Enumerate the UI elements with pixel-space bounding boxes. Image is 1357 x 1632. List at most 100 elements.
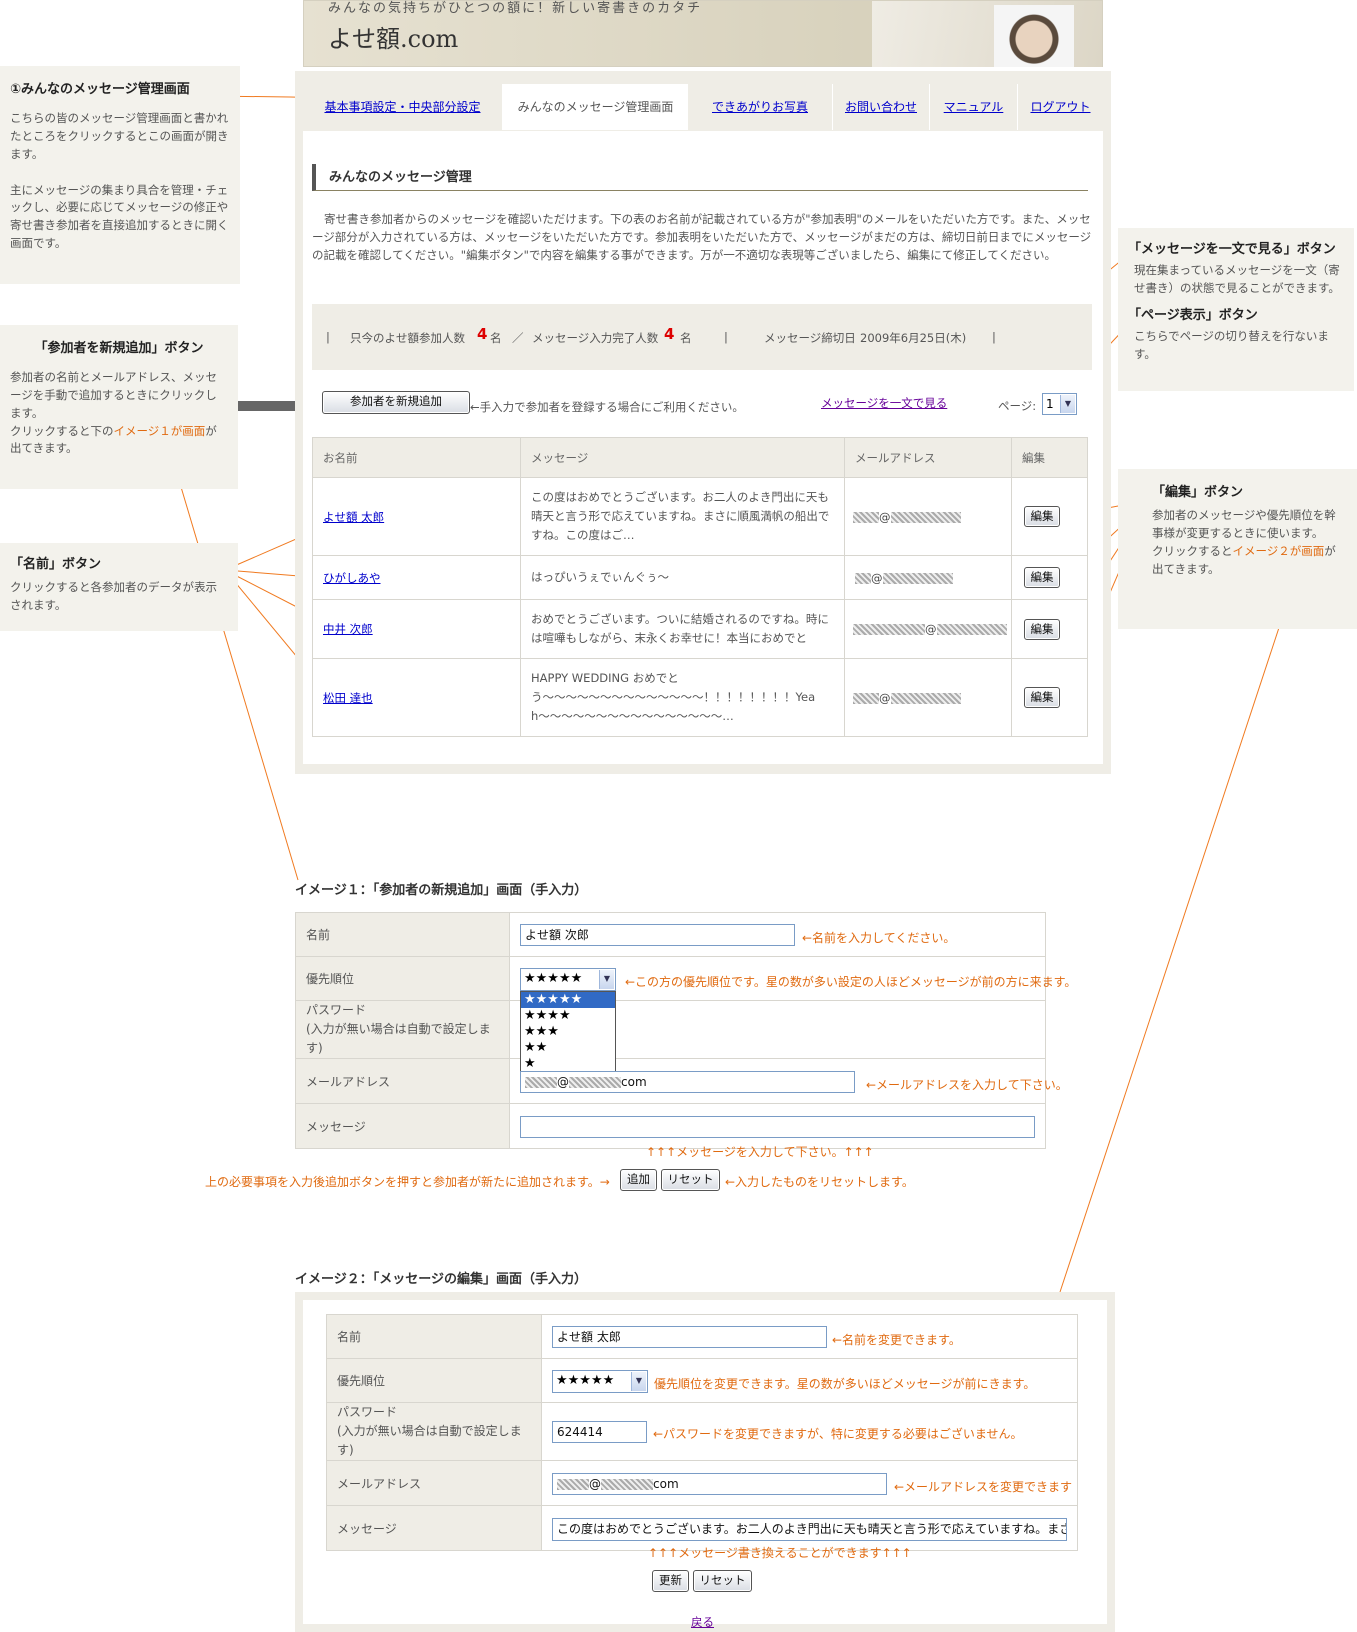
table-row: ひがしあや はっぴいうぇでぃんぐぅ〜 @ 編集: [312, 555, 1088, 600]
site-logo[interactable]: よせ額.com: [328, 19, 458, 54]
page-select[interactable]: 1 ▼: [1042, 393, 1077, 415]
redacted-email-user: [853, 511, 879, 523]
add-participant-hint: ←手入力で参加者を登録する場合にご利用ください。: [470, 400, 744, 414]
participant-name-link[interactable]: よせ額 太郎: [323, 510, 384, 524]
email-cell: @: [844, 477, 1012, 556]
redacted-email-user: [853, 692, 879, 704]
participants-unit: 名: [490, 331, 502, 345]
form-label-email: メールアドレス: [326, 1460, 542, 1506]
priority-option[interactable]: ★★: [521, 1040, 615, 1056]
tab-logout[interactable]: ログアウト: [1018, 84, 1103, 130]
name-note: ←名前を入力してください。: [802, 931, 956, 945]
tab-contact-link[interactable]: お問い合わせ: [845, 100, 917, 114]
redacted-email-domain: [569, 1077, 621, 1088]
annotation-title: 「参加者を新規追加」ボタン: [34, 341, 204, 356]
form-label-priority: 優先順位: [326, 1358, 542, 1403]
annotation-text: クリックすると下のイメージ１が画面が出てきます。: [10, 423, 228, 459]
update-button[interactable]: 更新: [652, 1570, 689, 1592]
form-label-password-sub: (入力が無い場合は自動で設定します): [306, 1022, 491, 1055]
stats-slash: ／: [512, 331, 524, 345]
priority-dropdown-list[interactable]: ★★★★★ ★★★★ ★★★ ★★ ★: [520, 991, 616, 1072]
annotation-text: クリックすると各参加者のデータが表示されます。: [10, 580, 217, 612]
annotation-highlight: イメージ１が画面: [113, 423, 206, 438]
email-cell: @: [844, 658, 1012, 737]
edit-button[interactable]: 編集: [1024, 687, 1060, 708]
redacted-email-domain: [936, 624, 1007, 635]
form-label-password-text: パスワード: [337, 1405, 398, 1419]
tab-photo-link[interactable]: できあがりお写真: [712, 100, 808, 114]
tab-logout-link[interactable]: ログアウト: [1030, 100, 1090, 114]
edit-name-input[interactable]: よせ額 太郎: [552, 1326, 827, 1348]
edit-priority-select-value: ★★★★★: [556, 1373, 615, 1388]
section-title: みんなのメッセージ管理: [312, 164, 1088, 191]
edit-button[interactable]: 編集: [1024, 567, 1060, 588]
message-cell: この度はおめでとうございます。お二人のよき門出に天も晴天と言う形で応えていますね…: [520, 477, 845, 556]
annotation-title: ①みんなのメッセージ管理画面: [10, 82, 190, 97]
edit-password-input[interactable]: 624414: [552, 1421, 647, 1443]
annotation-title: 「メッセージを一文で見る」ボタン: [1128, 242, 1336, 257]
intro-text: 寄せ書き参加者からのメッセージを確認いただけます。下の表のお名前が記載されている…: [312, 212, 1092, 262]
redacted-email-domain: [890, 511, 961, 523]
participants-count: 4: [477, 325, 488, 343]
add-participant-form: 名前 優先順位 パスワード (入力が無い場合は自動で設定します) メールアドレス …: [295, 912, 1046, 1149]
email-cell: @: [844, 555, 1012, 600]
edit-reset-button[interactable]: リセット: [693, 1570, 752, 1592]
participants-label: 只今のよせ額参加人数: [350, 331, 465, 345]
redacted-email-domain: [882, 572, 953, 584]
header-photo: [872, 1, 1102, 67]
priority-select[interactable]: ★★★★★ ▼: [520, 968, 616, 991]
form-label-email: メールアドレス: [295, 1058, 510, 1104]
annotation-text: 参加者のメッセージや優先順位を幹事様が変更するときに使います。: [1152, 508, 1336, 540]
edit-button[interactable]: 編集: [1024, 506, 1060, 527]
priority-option[interactable]: ★★★: [521, 1024, 615, 1040]
priority-option[interactable]: ★: [521, 1056, 615, 1072]
priority-note: ←この方の優先順位です。星の数が多い設定の人ほどメッセージが前の方に来ます。: [625, 975, 1077, 989]
completed-count: 4: [664, 325, 675, 343]
edit-name-note: ←名前を変更できます。: [832, 1333, 961, 1347]
tab-messages[interactable]: みんなのメッセージ管理画面: [503, 84, 688, 130]
table-header: お名前 メッセージ メールアドレス 編集: [312, 437, 1088, 478]
priority-option[interactable]: ★★★★: [521, 1008, 615, 1024]
table-row: よせ額 太郎 この度はおめでとうございます。お二人のよき門出に天も晴天と言う形で…: [312, 477, 1088, 556]
reset-button[interactable]: リセット: [661, 1169, 720, 1191]
tab-basic-settings-link[interactable]: 基本事項設定・中央部分設定: [324, 100, 480, 114]
tab-photo[interactable]: できあがりお写真: [688, 84, 833, 130]
reset-note: ←入力したものをリセットします。: [725, 1175, 914, 1189]
participants-table: お名前 メッセージ メールアドレス 編集 よせ額 太郎 この度はおめでとうござい…: [312, 437, 1088, 737]
annotation-text: 現在集まっているメッセージを一文（寄せ書き）の状態で見ることができます。: [1134, 263, 1340, 295]
edit-priority-select[interactable]: ★★★★★ ▼: [552, 1370, 648, 1393]
add-participant-button[interactable]: 参加者を新規追加: [322, 391, 470, 414]
name-input[interactable]: よせ額 次郎: [520, 924, 795, 946]
tab-manual[interactable]: マニュアル: [930, 84, 1018, 130]
section-title-text: みんなのメッセージ管理: [329, 170, 472, 185]
edit-button[interactable]: 編集: [1024, 618, 1060, 640]
completed-unit: 名: [680, 331, 692, 345]
participant-name-link[interactable]: 中井 次郎: [323, 622, 373, 636]
table-row: 中井 次郎 おめでとうございます。ついに結婚されるのですね。時には喧嘩もしながら…: [312, 599, 1088, 659]
add-button[interactable]: 追加: [620, 1169, 657, 1191]
email-input[interactable]: @ com: [520, 1071, 855, 1093]
edit-email-input[interactable]: @ com: [552, 1473, 887, 1495]
email-at: @: [879, 690, 891, 705]
message-cell: はっぴいうぇでぃんぐぅ〜: [520, 555, 845, 600]
image1-title: イメージ１：「参加者の新規追加」画面（手入力）: [295, 883, 588, 898]
tab-basic-settings[interactable]: 基本事項設定・中央部分設定: [303, 84, 503, 130]
tab-manual-link[interactable]: マニュアル: [944, 100, 1004, 114]
message-input[interactable]: [520, 1116, 1035, 1138]
column-header-email: メールアドレス: [844, 437, 1012, 478]
annotation-text: こちらでページの切り替えを行ないます。: [1134, 328, 1329, 361]
annotation-text: 主にメッセージの集まり具合を管理・チェックし、必要に応じてメッセージの修正や寄せ…: [10, 182, 229, 251]
annotation-add-participant: 「参加者を新規追加」ボタン 参加者の名前とメールアドレス、メッセージを手動で追加…: [0, 325, 238, 489]
participant-name-link[interactable]: ひがしあや: [323, 571, 381, 585]
participant-name-link[interactable]: 松田 達也: [323, 691, 373, 705]
person-photo: [994, 5, 1074, 67]
edit-message-input[interactable]: この度はおめでとうございます。お二人のよき門出に天も晴天と言う形で応えていますね…: [552, 1518, 1067, 1541]
annotation-text-part: クリックすると下の: [10, 423, 114, 438]
redacted-email-user: [525, 1077, 557, 1088]
email-suffix: com: [653, 1477, 679, 1491]
tab-contact[interactable]: お問い合わせ: [833, 84, 930, 130]
back-link[interactable]: 戻る: [691, 1614, 714, 1630]
form-label-password-text: パスワード: [306, 1003, 367, 1017]
priority-option[interactable]: ★★★★★: [521, 992, 615, 1008]
view-all-messages-link[interactable]: メッセージを一文で見る: [821, 395, 947, 411]
